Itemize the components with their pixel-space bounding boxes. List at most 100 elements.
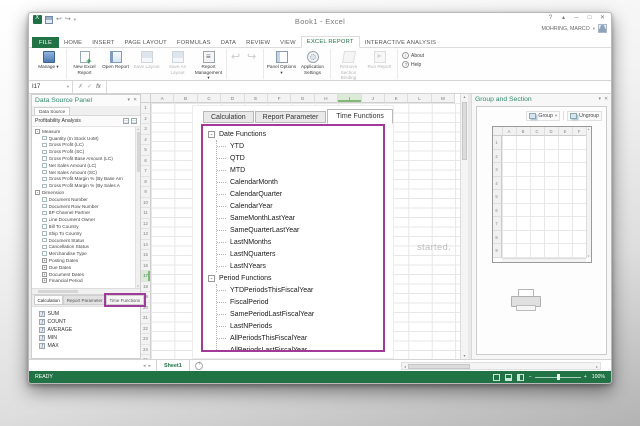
next-sheet-icon[interactable] [149,363,152,369]
ribbon-tab-file[interactable]: FILE [32,37,59,48]
expand-icon[interactable]: + [42,265,47,270]
save-icon[interactable] [45,16,53,24]
tf-item-lastnquarters[interactable]: LastNQuarters [217,248,383,260]
tf-item-fiscalperiod[interactable]: FiscalPeriod [217,296,383,308]
ribbon-options-icon[interactable]: ▴ [559,15,568,22]
tree-item-due-dates[interactable]: +Due Dates [33,264,133,271]
tf-item-mtd[interactable]: MTD [217,164,383,176]
tf-group-period-functions[interactable]: -Period Functions [208,272,383,284]
tree-item-document-row-number[interactable]: Document Row Number [33,203,133,210]
row-header-5[interactable]: 5 [141,145,151,156]
tf-item-qtd[interactable]: QTD [217,152,383,164]
normal-view-icon[interactable] [493,374,500,381]
close-icon[interactable]: ✕ [598,15,607,22]
panel-tab-report-parameter[interactable]: Report Parameter [63,295,106,305]
group-button[interactable]: Group▾ [526,111,560,121]
checkbox-icon[interactable] [42,204,47,209]
mini-grid-vscrollbar[interactable] [586,127,591,258]
tf-item-allperiodslastfiscalyear[interactable]: AllPeriodsLastFiscalYear [217,344,383,352]
tree-item-bill-to-country[interactable]: Bill To Country [33,223,133,230]
tree-item-net-sales-amount-sc[interactable]: Net Sales Amount (SC) [33,169,133,176]
column-header-b[interactable]: B [174,94,197,103]
page-layout-view-icon[interactable] [505,374,512,381]
checkbox-icon[interactable] [42,163,47,168]
tree-item-ship-to-country[interactable]: Ship To Country [33,230,133,237]
column-header-m[interactable]: M [432,94,455,103]
scrollbar-thumb[interactable] [137,132,140,172]
checkbox-icon[interactable] [42,143,47,148]
row-header-15[interactable]: 15 [141,250,151,261]
zoom-slider-thumb[interactable] [557,374,560,380]
tree-item-measure[interactable]: -Measure [33,128,133,135]
new-sheet-button[interactable] [195,362,203,370]
table-icon[interactable] [123,118,129,124]
column-header-d[interactable]: D [221,94,244,103]
checkbox-icon[interactable] [42,170,47,175]
tf-tab-time-functions[interactable]: Time Functions [327,109,393,124]
name-box[interactable]: I17 ▾ [29,81,73,93]
row-header-9[interactable]: 9 [141,187,151,198]
column-header-i[interactable]: I [338,94,361,103]
customize-qat-icon[interactable]: ▾ [74,16,76,24]
tree-item-gross-profit-lc[interactable]: Gross Profit (LC) [33,142,133,149]
column-header-l[interactable]: L [408,94,431,103]
tree-item-document-dates[interactable]: +Document Dates [33,271,133,278]
scrollbar-thumb[interactable] [462,102,467,160]
column-header-k[interactable]: K [385,94,408,103]
column-header-c[interactable]: C [198,94,221,103]
tree-item-line-document-owner[interactable]: Line Document Owner [33,216,133,223]
tf-tab-calculation[interactable]: Calculation [203,111,254,123]
new-excel-report-button[interactable]: New Excel Report [69,49,100,75]
about-button[interactable]: About [402,52,424,59]
tf-item-samequarterlastyear[interactable]: SameQuarterLastYear [217,224,383,236]
row-header-17[interactable]: 17 [141,271,151,282]
tree-item-dimension[interactable]: -Dimension [33,189,133,196]
row-header-7[interactable]: 7 [141,166,151,177]
row-header-23[interactable]: 23 [141,334,151,345]
vertical-scrollbar[interactable] [460,94,468,359]
tf-item-sameperiodlastfiscalyear[interactable]: SamePeriodLastFiscalYear [217,308,383,320]
open-report-button[interactable]: Open Report [100,49,131,70]
minimize-icon[interactable]: ─ [572,15,581,22]
insert-function-icon[interactable] [96,82,101,92]
report-management-button[interactable]: Report Management ▾ [193,49,224,81]
ribbon-tab-review[interactable]: REVIEW [241,38,275,48]
tf-item-calendarquarter[interactable]: CalendarQuarter [217,188,383,200]
ribbon-tab-data[interactable]: DATA [216,38,241,48]
redo-icon[interactable]: ↪ [65,16,71,24]
tree-h-scrollbar[interactable] [32,288,140,294]
tree-item-document-number[interactable]: Document Number [33,196,133,203]
scrollbar-thumb[interactable] [408,364,470,369]
checkbox-icon[interactable] [42,238,47,243]
help-icon[interactable]: ? [546,15,555,22]
expand-icon[interactable]: + [42,278,47,283]
tree-scrollbar[interactable] [135,127,140,288]
application-settings-button[interactable]: Application Settings [297,49,328,75]
page-break-view-icon[interactable] [517,374,524,381]
panel-tab-calculation[interactable]: Calculation [34,295,63,305]
tf-group-date-functions[interactable]: -Date Functions [208,128,383,140]
ribbon-tab-insert[interactable]: INSERT [87,38,119,48]
ribbon-tab-formulas[interactable]: FORMULAS [172,38,216,48]
checkbox-icon[interactable] [42,184,47,189]
checkbox-icon[interactable] [42,218,47,223]
collapse-icon[interactable]: - [35,129,40,134]
row-header-14[interactable]: 14 [141,240,151,251]
enter-icon[interactable] [87,82,92,92]
checkbox-icon[interactable] [42,136,47,141]
function-item-min[interactable]: MIN [39,334,140,342]
column-header-g[interactable]: G [291,94,314,103]
tree-item-gross-profit-margin-by-sales-a[interactable]: Gross Profit Margin % (By Sales A [33,182,133,189]
row-header-18[interactable]: 18 [141,282,151,293]
scrollbar-thumb[interactable] [38,290,78,293]
tree-item-gross-profit-margin-by-base-am[interactable]: Gross Profit Margin % (By Base Am [33,176,133,183]
collapse-icon[interactable]: - [35,190,40,195]
tf-item-lastnmonths[interactable]: LastNMonths [217,236,383,248]
row-header-21[interactable]: 21 [141,313,151,324]
ribbon-tab-interactive-analysis[interactable]: INTERACTIVE ANALYSIS [360,38,442,48]
tree-item-posting-dates[interactable]: +Posting Dates [33,257,133,264]
expand-icon[interactable]: + [42,258,47,263]
checkbox-icon[interactable] [42,197,47,202]
row-header-3[interactable]: 3 [141,124,151,135]
checkbox-icon[interactable] [42,211,47,216]
